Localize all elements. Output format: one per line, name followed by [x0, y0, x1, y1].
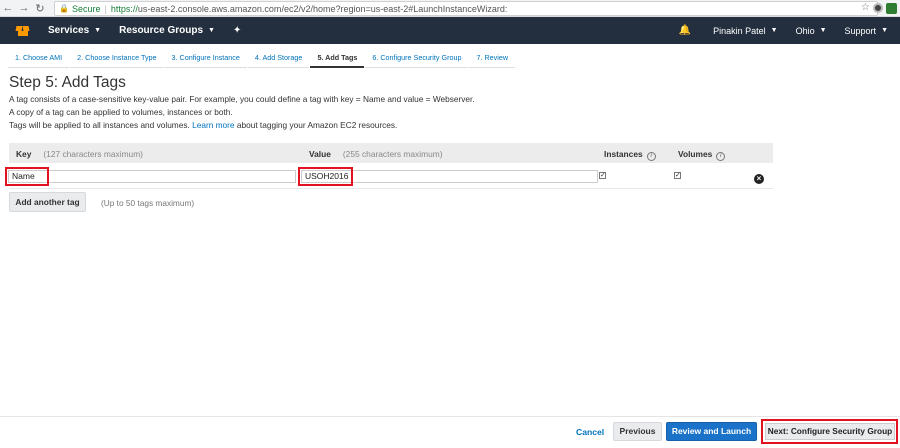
extension-green-icon[interactable] [886, 3, 897, 14]
footer-divider [0, 416, 900, 417]
services-menu[interactable]: Services ▼ [48, 25, 101, 36]
tags-table-header: Key (127 characters maximum) Value (255 ch… [9, 143, 773, 163]
resource-groups-menu[interactable]: Resource Groups ▼ [119, 25, 215, 36]
wizard-steps: 1. Choose AMI 2. Choose Instance Type 3.… [8, 51, 516, 68]
description-line-3: Tags will be applied to all instances an… [9, 120, 397, 130]
region-name: Ohio [795, 25, 815, 36]
add-another-tag-button[interactable]: Add another tag [9, 192, 86, 212]
bookmark-star-icon[interactable]: ☆ [861, 2, 870, 13]
region-menu[interactable]: Ohio ▼ [796, 26, 827, 36]
key-highlight-box [5, 167, 49, 186]
browser-toolbar: ← → ↻ 🔒 Secure | https://us-east-2.conso… [0, 0, 900, 17]
address-separator: | [104, 3, 107, 14]
next-button-highlight-box [761, 419, 898, 444]
tab-configure-security-group[interactable]: 6. Configure Security Group [365, 51, 469, 68]
back-icon[interactable]: ← [0, 0, 16, 17]
tag-limit-note: (Up to 50 tags maximum) [101, 198, 195, 208]
chevron-down-icon: ▼ [94, 27, 102, 34]
bell-icon: 🔔 [678, 25, 692, 36]
tag-key-input[interactable]: Name [8, 170, 296, 183]
tab-choose-instance-type[interactable]: 2. Choose Instance Type [70, 51, 164, 68]
aws-nav-right: 🔔 Pinakin Patel ▼ Ohio ▼ Support ▼ [661, 17, 900, 44]
description-text-end: about tagging your Amazon EC2 resources. [236, 120, 398, 130]
cancel-link[interactable]: Cancel [576, 427, 604, 437]
volumes-checkbox[interactable]: ✓ [674, 172, 681, 179]
chevron-down-icon: ▼ [881, 27, 888, 34]
tab-add-tags[interactable]: 5. Add Tags [310, 51, 365, 68]
value-column-header: Value (255 characters maximum) [309, 149, 443, 159]
info-icon[interactable]: i [646, 152, 656, 161]
tab-add-storage[interactable]: 4. Add Storage [247, 51, 310, 68]
info-icon[interactable]: i [716, 152, 726, 161]
url-path: /ec2/v2/home?region=us-east-2#LaunchInst… [281, 3, 508, 14]
chevron-down-icon: ▼ [819, 27, 827, 34]
instances-checkbox[interactable]: ✓ [599, 172, 606, 179]
tab-configure-instance[interactable]: 3. Configure Instance [164, 51, 247, 68]
url-host: us-east-2.console.aws.amazon.com [137, 3, 282, 14]
tab-choose-ami[interactable]: 1. Choose AMI [8, 51, 70, 68]
pin-button[interactable]: ✦ [233, 25, 241, 36]
address-bar[interactable]: 🔒 Secure | https://us-east-2.console.aws… [54, 1, 878, 16]
review-and-launch-button[interactable]: Review and Launch [666, 422, 757, 441]
remove-tag-icon[interactable]: × [754, 174, 764, 184]
resource-groups-label: Resource Groups [119, 25, 204, 36]
description-text: Tags will be applied to all instances an… [9, 120, 190, 130]
lock-icon: 🔒 [59, 4, 69, 13]
support-label: Support [844, 25, 877, 36]
value-highlight-box [298, 167, 353, 186]
user-menu[interactable]: Pinakin Patel ▼ [713, 26, 777, 36]
pin-icon: ✦ [232, 25, 242, 36]
key-column-header: Key (127 characters maximum) [16, 149, 143, 159]
forward-icon[interactable]: → [16, 0, 32, 17]
volumes-column-header: Volumes i [678, 149, 726, 161]
user-name: Pinakin Patel [713, 25, 766, 36]
learn-more-link[interactable]: Learn more [192, 120, 234, 130]
previous-button[interactable]: Previous [613, 422, 662, 441]
url-scheme: https:// [110, 3, 138, 14]
page-title: Step 5: Add Tags [9, 74, 126, 91]
reload-icon[interactable]: ↻ [32, 0, 48, 17]
chevron-down-icon: ▼ [770, 27, 778, 34]
services-label: Services [48, 25, 90, 36]
extension-icon[interactable] [873, 3, 883, 13]
description-line-1: A tag consists of a case-sensitive key-v… [9, 94, 475, 104]
aws-top-nav: Services ▼ Resource Groups ▼ ✦ 🔔 Pinakin P… [0, 17, 900, 44]
secure-label: Secure [71, 3, 101, 14]
tab-review[interactable]: 7. Review [469, 51, 516, 68]
notifications-button[interactable]: 🔔 [679, 25, 695, 36]
support-menu[interactable]: Support ▼ [845, 26, 888, 36]
aws-logo-icon[interactable] [14, 25, 32, 37]
instances-column-header: Instances i [604, 149, 656, 161]
chevron-down-icon: ▼ [208, 27, 215, 34]
description-line-2: A copy of a tag can be applied to volume… [9, 107, 233, 117]
